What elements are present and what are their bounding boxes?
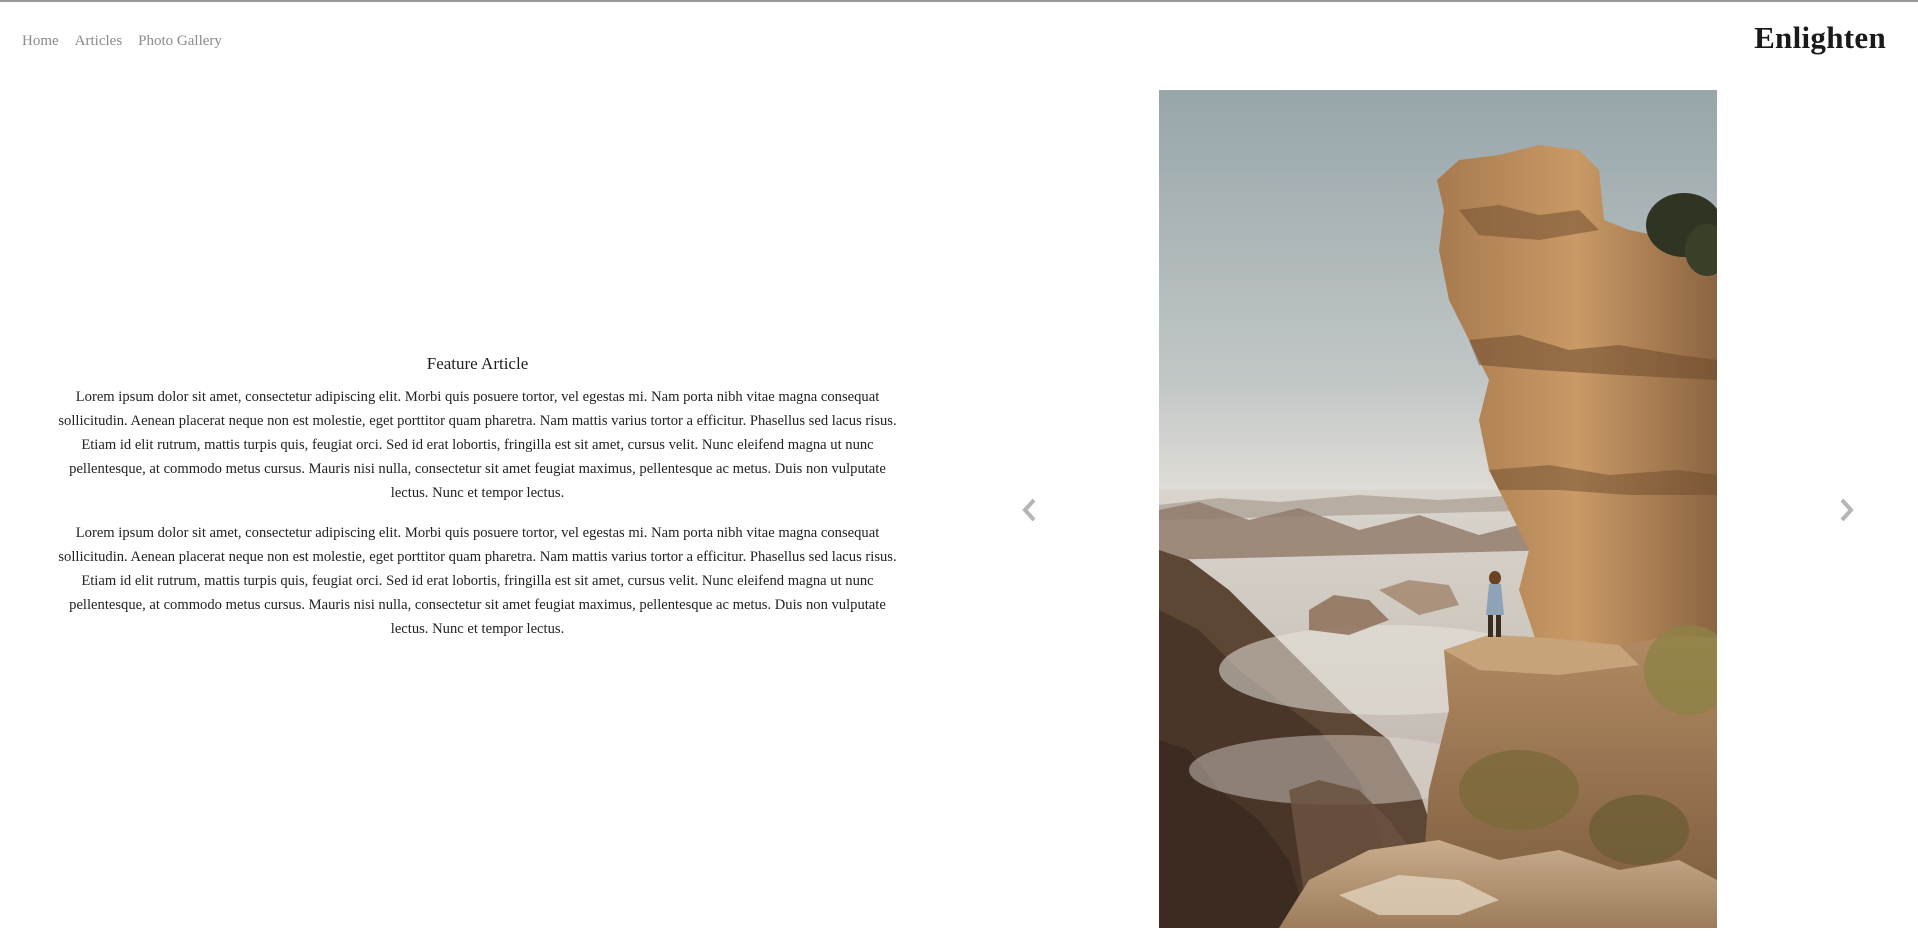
nav-link-photo-gallery[interactable]: Photo Gallery: [138, 33, 222, 50]
main-nav: Home Articles Photo Gallery: [22, 33, 222, 50]
feature-article: Feature Article Lorem ipsum dolor sit am…: [50, 354, 905, 657]
site-logo[interactable]: Enlighten: [1754, 20, 1886, 56]
canyon-landscape-image: [1159, 90, 1717, 928]
carousel-next-button[interactable]: [1835, 496, 1857, 524]
chevron-left-icon: [1022, 498, 1036, 522]
gallery-photo: [1159, 90, 1717, 928]
top-border: [0, 0, 1918, 2]
nav-link-articles[interactable]: Articles: [75, 33, 122, 50]
article-paragraph: Lorem ipsum dolor sit amet, consectetur …: [58, 525, 897, 637]
article-title: Feature Article: [426, 354, 529, 373]
nav-link-home[interactable]: Home: [22, 33, 59, 50]
carousel-prev-button[interactable]: [1019, 496, 1041, 524]
chevron-right-icon: [1840, 498, 1854, 522]
article-paragraph: Lorem ipsum dolor sit amet, consectetur …: [58, 389, 897, 501]
